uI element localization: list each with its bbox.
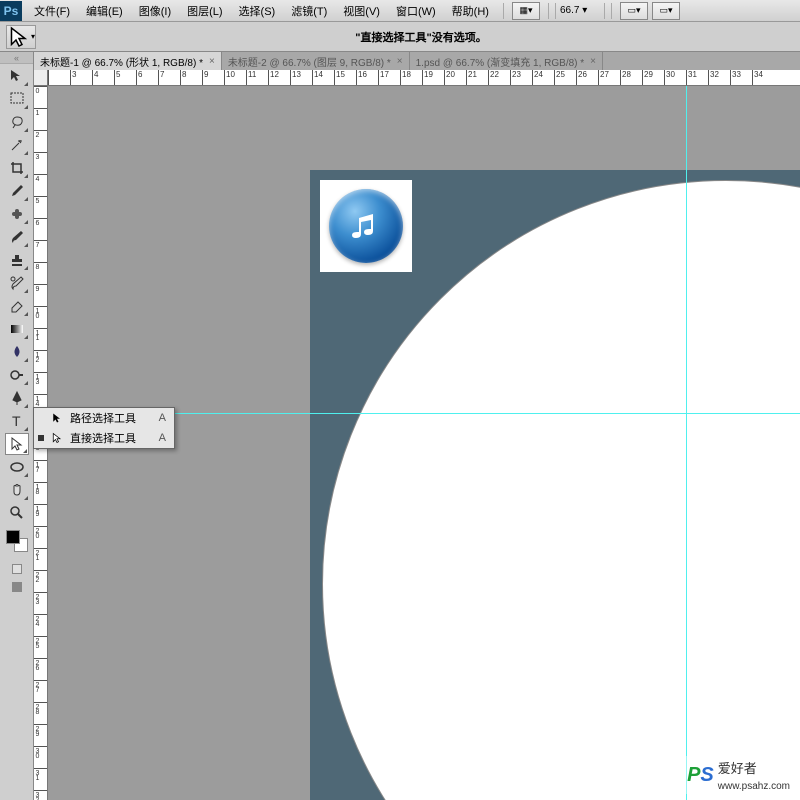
- separator: [548, 3, 549, 19]
- tool-flyout: 路径选择工具 A 直接选择工具 A: [33, 407, 175, 449]
- color-swatches[interactable]: [4, 530, 29, 558]
- document-tab-1[interactable]: 未标题-1 @ 66.7% (形状 1, RGB/8) *×: [34, 52, 222, 70]
- wand-tool[interactable]: [5, 134, 29, 156]
- arrow-white-icon: [50, 432, 64, 444]
- svg-text:T: T: [12, 413, 21, 429]
- type-tool[interactable]: T: [5, 410, 29, 432]
- menu-filter[interactable]: 滤镜(T): [283, 3, 335, 19]
- document-tabbar: 未标题-1 @ 66.7% (形状 1, RGB/8) *× 未标题-2 @ 6…: [34, 52, 800, 70]
- pen-tool[interactable]: [5, 387, 29, 409]
- quickmask-toggle[interactable]: [0, 564, 33, 574]
- close-icon[interactable]: ×: [590, 56, 596, 67]
- launch-bridge-button[interactable]: ▦▾: [512, 2, 540, 20]
- flyout-marker: [38, 435, 44, 441]
- close-icon[interactable]: ×: [209, 56, 215, 67]
- guide-vertical[interactable]: [686, 86, 687, 800]
- zoom-level[interactable]: 66.7 ▾: [555, 3, 605, 19]
- eraser-tool[interactable]: [5, 295, 29, 317]
- crop-tool[interactable]: [5, 157, 29, 179]
- foreground-color-swatch[interactable]: [6, 530, 20, 544]
- flyout-path-selection[interactable]: 路径选择工具 A: [34, 408, 174, 428]
- flyout-label: 直接选择工具: [70, 430, 153, 446]
- flyout-shortcut: A: [159, 412, 166, 424]
- toolbox-toggle[interactable]: «: [0, 52, 33, 64]
- blur-tool[interactable]: [5, 341, 29, 363]
- screenmode-buttons[interactable]: [0, 582, 33, 592]
- flyout-marker: [38, 415, 44, 421]
- menu-help[interactable]: 帮助(H): [444, 3, 497, 19]
- document-tab-3[interactable]: 1.psd @ 66.7% (渐变填充 1, RGB/8) *×: [410, 52, 603, 70]
- ruler-origin[interactable]: [34, 70, 48, 86]
- history-brush-tool[interactable]: [5, 272, 29, 294]
- document-canvas[interactable]: [310, 170, 800, 800]
- screen-mode-button[interactable]: ▭▾: [652, 2, 680, 20]
- menu-file[interactable]: 文件(F): [26, 3, 78, 19]
- stamp-tool[interactable]: [5, 249, 29, 271]
- eyedropper-tool[interactable]: [5, 180, 29, 202]
- itunes-reference-image: [320, 180, 412, 272]
- options-message: "直接选择工具"没有选项。: [42, 29, 800, 45]
- lasso-tool[interactable]: [5, 111, 29, 133]
- shape-circle[interactable]: [322, 180, 800, 800]
- zoom-tool[interactable]: [5, 502, 29, 524]
- menu-layer[interactable]: 图层(L): [179, 3, 230, 19]
- flyout-shortcut: A: [159, 432, 166, 444]
- menu-select[interactable]: 选择(S): [231, 3, 284, 19]
- app-badge: Ps: [0, 1, 22, 21]
- brush-tool[interactable]: [5, 226, 29, 248]
- document-tab-2[interactable]: 未标题-2 @ 66.7% (图层 9, RGB/8) *×: [222, 52, 410, 70]
- view-extras-button[interactable]: ▭▾: [620, 2, 648, 20]
- menu-view[interactable]: 视图(V): [335, 3, 388, 19]
- shape-tool[interactable]: [5, 456, 29, 478]
- separator: [503, 3, 504, 19]
- marquee-tool[interactable]: [5, 88, 29, 110]
- current-tool-icon[interactable]: ▾: [6, 25, 36, 49]
- move-tool[interactable]: [5, 65, 29, 87]
- itunes-icon: [329, 189, 403, 263]
- menu-edit[interactable]: 编辑(E): [78, 3, 131, 19]
- arrow-black-icon: [50, 412, 64, 424]
- flyout-label: 路径选择工具: [70, 410, 153, 426]
- flyout-direct-selection[interactable]: 直接选择工具 A: [34, 428, 174, 448]
- toolbox: « T: [0, 52, 34, 800]
- separator: [611, 3, 612, 19]
- ruler-horizontal[interactable]: 3456789101112131415161718192021222324252…: [48, 70, 800, 86]
- options-bar: ▾ "直接选择工具"没有选项。: [0, 22, 800, 52]
- menu-image[interactable]: 图像(I): [131, 3, 179, 19]
- menubar: Ps 文件(F) 编辑(E) 图像(I) 图层(L) 选择(S) 滤镜(T) 视…: [0, 0, 800, 22]
- direct-selection-tool[interactable]: [5, 433, 29, 455]
- close-icon[interactable]: ×: [397, 56, 403, 67]
- dodge-tool[interactable]: [5, 364, 29, 386]
- watermark: PS 爱好者www.psahz.com: [683, 756, 794, 794]
- gradient-tool[interactable]: [5, 318, 29, 340]
- hand-tool[interactable]: [5, 479, 29, 501]
- heal-tool[interactable]: [5, 203, 29, 225]
- menu-window[interactable]: 窗口(W): [388, 3, 444, 19]
